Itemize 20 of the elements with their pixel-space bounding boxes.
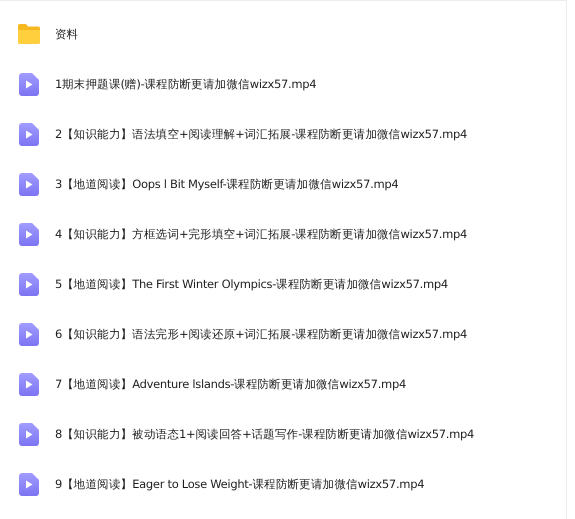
file-name[interactable]: 1期末押题课(赠)-课程防断更请加微信wizx57.mp4	[55, 76, 316, 92]
file-name[interactable]: 5【地道阅读】The First Winter Olympics-课程防断更请加微信wizx57.mp4	[55, 276, 448, 292]
file-name[interactable]: 6【知识能力】语法完形+阅读还原+词汇拓展-课程防断更请加微信wizx57.mp4	[55, 326, 467, 342]
file-name[interactable]: 3【地道阅读】Oops l Bit Myself-课程防断更请加微信wizx57.mp4	[55, 176, 398, 192]
file-name[interactable]: 2【知识能力】语法填空+阅读理解+词汇拓展-课程防断更请加微信wizx57.mp4	[55, 126, 467, 142]
video-file-icon	[19, 322, 39, 346]
file-name[interactable]: 4【知识能力】方框选词+完形填空+词汇拓展-课程防断更请加微信wizx57.mp4	[55, 226, 467, 242]
video-file-icon	[19, 172, 39, 196]
video-file-icon	[19, 472, 39, 496]
video-file-icon	[19, 222, 39, 246]
video-file-icon	[19, 272, 39, 296]
video-file-icon	[19, 372, 39, 396]
folder-icon	[17, 23, 41, 45]
video-file-icon	[19, 422, 39, 446]
file-name[interactable]: 7【地道阅读】Adventure lslands-课程防断更请加微信wizx57.mp4	[55, 376, 406, 392]
file-name[interactable]: 8【知识能力】被动语态1+阅读回答+话题写作-课程防断更请加微信wizx57.mp4	[55, 426, 474, 442]
video-file-icon	[19, 72, 39, 96]
file-name[interactable]: 9【地道阅读】Eager to Lose Weight-课程防断更请加微信wizx57.mp4	[55, 476, 424, 492]
folder-name[interactable]: 资料	[55, 26, 78, 42]
video-file-icon	[19, 122, 39, 146]
